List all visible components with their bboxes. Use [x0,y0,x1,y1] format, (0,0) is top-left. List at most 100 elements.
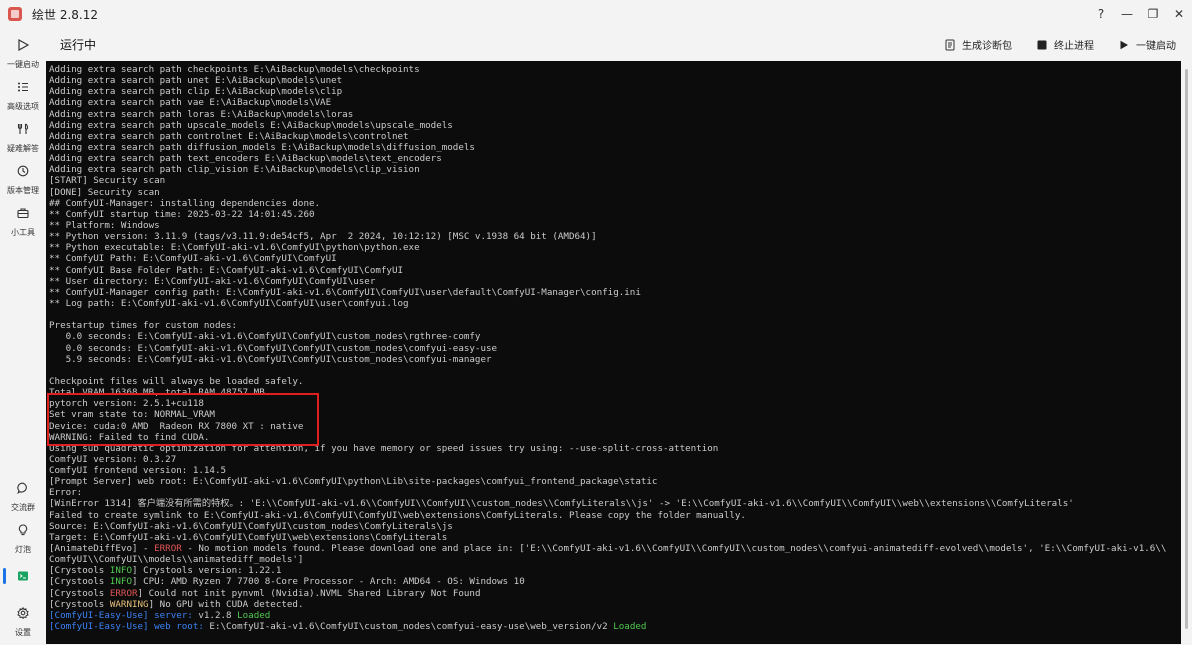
close-button[interactable]: ✕ [1166,0,1192,28]
console-line: ## ComfyUI-Manager: installing dependenc… [49,198,1181,209]
console-segment: [ComfyUI-Easy-Use] server: [49,609,199,621]
console-icon [15,568,31,584]
sidebar-item-version-management[interactable]: 版本管理 [0,163,46,203]
sidebar-item-label: 小工具 [11,228,35,237]
console-segment: Set vram state to: NORMAL_VRAM [49,409,215,421]
sidebar-item-console[interactable] [0,568,46,608]
sidebar-item-settings[interactable]: 设置 [0,605,46,645]
console-segment: Total VRAM 16368 MB, total RAM 48757 MB [49,387,265,399]
sidebar-item-label: 版本管理 [7,186,39,195]
console-segment: 5.9 seconds: E:\ComfyUI-aki-v1.6\ComfyUI… [49,353,492,365]
console-segment: ** ComfyUI Base Folder Path: E:\ComfyUI-… [49,264,404,276]
console-segment: ** ComfyUI-Manager config path: E:\Comfy… [49,286,641,298]
console-segment: Using sub quadratic optimization for att… [49,442,719,454]
document-icon [944,39,956,51]
console-line: 0.0 seconds: E:\ComfyUI-aki-v1.6\ComfyUI… [49,331,1181,342]
console-line: [Prompt Server] web root: E:\ComfyUI-aki… [49,476,1181,487]
console-line: Adding extra search path upscale_models … [49,120,1181,131]
play-icon [15,37,31,53]
quick-launch-button[interactable]: 一键启动 [1118,37,1176,52]
console-line: ** ComfyUI-Manager config path: E:\Comfy… [49,287,1181,298]
console-line: Adding extra search path text_encoders E… [49,153,1181,164]
stop-process-button[interactable]: 终止进程 [1036,37,1094,52]
console-segment: ComfyUI frontend version: 1.14.5 [49,465,227,477]
sidebar-item-troubleshooting[interactable]: 疑难解答 [0,121,46,161]
console-line: WARNING: Failed to find CUDA. [49,432,1181,443]
console-line: [WinError 1314] 客户端没有所需的特权。: 'E:\\ComfyU… [49,498,1181,509]
console-line: ** Python executable: E:\ComfyUI-aki-v1.… [49,242,1181,253]
console-segment: - No motion models found. Please downloa… [181,543,1167,555]
console-line: Prestartup times for custom nodes: [49,320,1181,331]
generate-diagnostics-button[interactable]: 生成诊断包 [944,37,1012,52]
console-segment: ERROR [154,543,182,555]
console-segment: INFO [109,565,132,577]
console-line: [Crystools INFO] CPU: AMD Ryzen 7 7700 8… [49,576,1181,587]
sidebar-item-label: 设置 [15,628,31,637]
page-header: 运行中 生成诊断包 终止进程 一键启动 [46,28,1192,61]
history-icon [15,163,31,179]
console-line: [ComfyUI-Easy-Use] web root: E:\ComfyUI-… [49,621,1181,632]
console-line: Total VRAM 16368 MB, total RAM 48757 MB [49,387,1181,398]
scrollbar-thumb[interactable] [1185,69,1188,629]
console-segment: 0.0 seconds: E:\ComfyUI-aki-v1.6\ComfyUI… [49,331,481,343]
page-title: 运行中 [60,38,97,52]
console-line: ** Python version: 3.11.9 (tags/v3.11.9:… [49,231,1181,242]
console-segment: Loaded [237,609,271,621]
restore-button[interactable]: ❐ [1140,0,1166,28]
console-line: Adding extra search path checkpoints E:\… [49,64,1181,75]
sidebar-item-label: 一键启动 [7,60,39,69]
console-line: [Crystools WARNING] No GPU with CUDA det… [49,599,1181,610]
console-line: Adding extra search path loras E:\AiBack… [49,109,1181,120]
console-scrollbar[interactable] [1181,61,1192,644]
help-button[interactable]: ? [1088,0,1114,28]
console-segment: E:\ComfyUI-aki-v1.6\ComfyUI\custom_nodes… [209,621,614,633]
sidebar-item-community[interactable]: 交流群 [0,480,46,520]
console-line: ComfyUI frontend version: 1.14.5 [49,465,1181,476]
console-segment: Adding extra search path vae E:\AiBackup… [49,97,332,109]
console-line: ComfyUI\\ComfyUI\\models\\animatediff_mo… [49,554,1181,565]
console-segment: [AnimateDiffEvo] - [49,543,155,555]
bulb-icon [15,522,31,538]
console-line: 5.9 seconds: E:\ComfyUI-aki-v1.6\ComfyUI… [49,354,1181,365]
stop-icon [1036,39,1048,51]
console-line: ** ComfyUI Path: E:\ComfyUI-aki-v1.6\Com… [49,253,1181,264]
console-line: Adding extra search path clip_vision E:\… [49,164,1181,175]
generate-diagnostics-label: 生成诊断包 [962,41,1012,52]
console-line: pytorch version: 2.5.1+cu118 [49,398,1181,409]
wrench-icon [15,121,31,137]
console-line: Adding extra search path controlnet E:\A… [49,131,1181,142]
console-segment: [Crystools [49,587,110,599]
console-segment: 0.0 seconds: E:\ComfyUI-aki-v1.6\ComfyUI… [49,342,498,354]
gear-icon [15,605,31,621]
console-line: Adding extra search path unet E:\AiBacku… [49,75,1181,86]
console-line: Failed to create symlink to E:\ComfyUI-a… [49,510,1181,521]
console-segment: Target: E:\ComfyUI-aki-v1.6\ComfyUI\Comf… [49,531,448,543]
sidebar-item-advanced-options[interactable]: 高级选项 [0,79,46,119]
sidebar-item-label: 交流群 [11,503,35,512]
console-segment: Adding extra search path clip E:\AiBacku… [49,86,343,98]
header-actions: 生成诊断包 终止进程 一键启动 [920,28,1176,61]
console-segment: [START] Security scan [49,175,166,187]
console-segment: Prestartup times for custom nodes: [49,320,238,332]
console-segment: ] CPU: AMD Ryzen 7 7700 8-Core Processor… [132,576,525,588]
sidebar-item-quick-launch[interactable]: 一键启动 [0,37,46,77]
console-segment: [WinError 1314] 客户端没有所需的特权。: 'E:\\ComfyU… [49,498,1074,510]
sidebar-item-tools[interactable]: 小工具 [0,205,46,245]
console-segment: ** ComfyUI Path: E:\ComfyUI-aki-v1.6\Com… [49,253,337,265]
minimize-button[interactable]: — [1114,0,1140,28]
sidebar-item-label: 高级选项 [7,102,39,111]
console-segment: ** ComfyUI startup time: 2025-03-22 14:0… [49,208,315,220]
console-output[interactable]: Adding extra search path checkpoints E:\… [46,61,1181,644]
console-segment: ** Python version: 3.11.9 (tags/v3.11.9:… [49,231,597,243]
console-segment: ** Python executable: E:\ComfyUI-aki-v1.… [49,242,420,254]
console-line: Adding extra search path vae E:\AiBackup… [49,97,1181,108]
console-line: [AnimateDiffEvo] - ERROR - No motion mod… [49,543,1181,554]
sidebar-item-bulb[interactable]: 灯泡 [0,522,46,562]
console-segment: pytorch version: 2.5.1+cu118 [49,398,204,410]
console-line: [DONE] Security scan [49,187,1181,198]
console-segment: ] Crystools version: 1.22.1 [132,565,282,577]
console-line: Target: E:\ComfyUI-aki-v1.6\ComfyUI\Comf… [49,532,1181,543]
console-segment: Device: cuda:0 AMD Radeon RX 7800 XT : n… [49,420,304,432]
play-icon [1118,39,1130,51]
console-segment: [Crystools [49,576,110,588]
